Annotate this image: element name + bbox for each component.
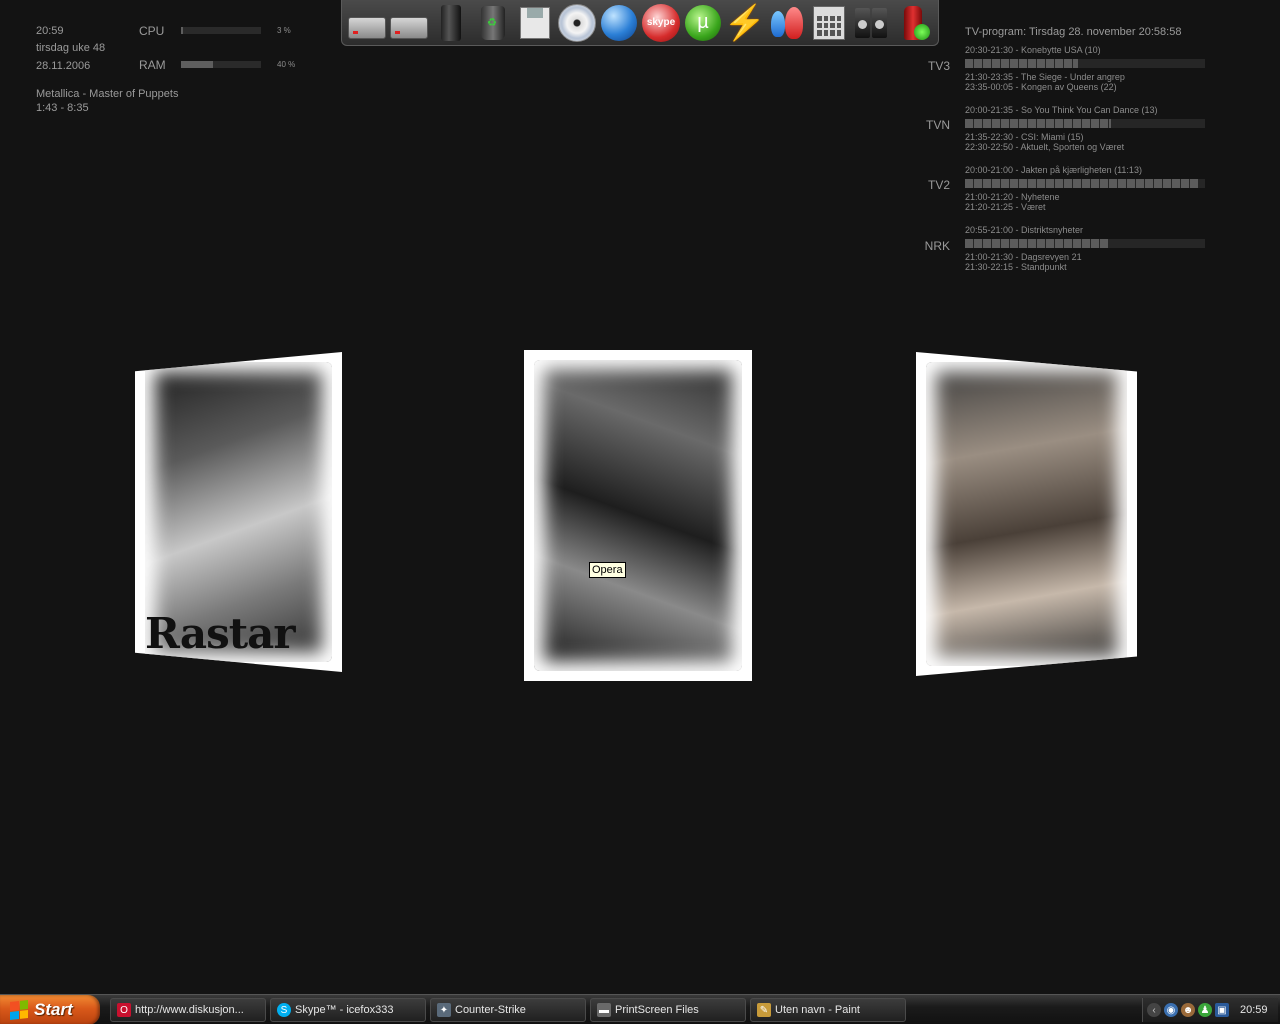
utorrent-icon[interactable]: µ [682, 2, 724, 44]
show-progress-fill [965, 179, 1198, 188]
next-show: 21:30-23:35 - The Siege - Under angrep [965, 72, 1125, 82]
channel-name: TV2 [927, 178, 950, 192]
tv-channel-tvn: TVN 20:00-21:35 - So You Think You Can D… [910, 105, 1210, 165]
tv-channel-nrk: NRK 20:55-21:00 - Distriktsnyheter 21:00… [910, 225, 1210, 285]
tv-program-header: TV-program: Tirsdag 28. november 20:58:5… [965, 26, 1182, 38]
cpu-meter-fill [181, 27, 184, 34]
later-show: 21:20-21:25 - Været [965, 202, 1046, 212]
dock: skype µ ⚡ [341, 0, 939, 46]
next-show: 21:00-21:30 - Dagsrevyen 21 [965, 252, 1082, 262]
taskbar-button-skype[interactable]: S Skype™ - icefox333 [270, 998, 426, 1022]
skype-icon[interactable]: skype [640, 2, 682, 44]
cpu-percent: 3 % [277, 26, 291, 35]
windows-logo-icon [10, 1000, 28, 1020]
date: 28.11.2006 [36, 60, 91, 72]
cpu-label: CPU [139, 24, 165, 38]
weekday-week: tirsdag uke 48 [36, 42, 106, 54]
globe-icon[interactable] [598, 2, 640, 44]
clock-time: 20:59 [36, 25, 64, 37]
now-playing-title: Metallica - Master of Puppets [36, 88, 179, 100]
tv-program-widget: TV-program: Tirsdag 28. november 20:58:5… [910, 20, 1210, 280]
lightning-icon[interactable]: ⚡ [724, 2, 766, 44]
show-progress-bar [965, 239, 1205, 248]
floppy-disk-icon[interactable] [514, 2, 556, 44]
hard-drive-icon[interactable] [346, 2, 388, 44]
photo-image [926, 362, 1127, 666]
task-label: Counter-Strike [455, 1004, 526, 1016]
ram-meter [181, 61, 261, 68]
counter-strike-icon: ✦ [437, 1003, 451, 1017]
msn-icon[interactable]: ♟ [1198, 1003, 1212, 1017]
later-show: 22:30-22:50 - Aktuelt, Sporten og Været [965, 142, 1125, 152]
show-progress-bar [965, 119, 1205, 128]
show-progress-fill [965, 239, 1109, 248]
monkey-icon[interactable]: ☻ [1181, 1003, 1195, 1017]
start-label: Start [34, 1000, 73, 1019]
next-show: 21:35-22:30 - CSI: Miami (15) [965, 132, 1084, 142]
current-show: 20:00-21:35 - So You Think You Can Dance… [965, 105, 1158, 115]
next-show: 21:00-21:20 - Nyhetene [965, 192, 1060, 202]
later-show: 23:35-00:05 - Kongen av Queens (22) [965, 82, 1117, 92]
task-label: PrintScreen Files [615, 1004, 699, 1016]
ram-label: RAM [139, 58, 166, 72]
photo-card-left[interactable]: Rastar [135, 352, 342, 672]
ram-meter-fill [181, 61, 213, 68]
hard-drive-icon[interactable] [388, 2, 430, 44]
system-monitor-widget: 20:59 tirsdag uke 48 28.11.2006 Metallic… [0, 0, 320, 130]
show-progress-bar [965, 179, 1205, 188]
opera-icon: O [117, 1003, 131, 1017]
tray-clock[interactable]: 20:59 [1240, 1004, 1268, 1016]
cpu-meter [181, 27, 261, 34]
channel-name: TV3 [927, 59, 950, 73]
cd-drive-icon[interactable] [556, 2, 598, 44]
channel-name: NRK [924, 239, 950, 253]
calculator-icon[interactable] [808, 2, 850, 44]
photo-image [534, 360, 742, 671]
tv-channel-tv2: TV2 20:00-21:00 - Jakten på kjærligheten… [910, 165, 1210, 225]
paint-icon: ✎ [757, 1003, 771, 1017]
chevron-left-icon[interactable]: ‹ [1147, 1003, 1161, 1017]
photo-sign-text: Rastar [145, 609, 295, 658]
task-label: http://www.diskusjon... [135, 1004, 244, 1016]
skype-icon: S [277, 1003, 291, 1017]
connection-icon[interactable]: ▣ [1215, 1003, 1229, 1017]
recycle-bin-icon[interactable] [472, 2, 514, 44]
network-globe-icon[interactable]: ◉ [1164, 1003, 1178, 1017]
ram-percent: 40 % [277, 60, 296, 69]
show-progress-fill [965, 119, 1112, 128]
show-progress-fill [965, 59, 1078, 68]
current-show: 20:00-21:00 - Jakten på kjærligheten (11… [965, 165, 1142, 175]
taskbar-button-counter-strike[interactable]: ✦ Counter-Strike [430, 998, 586, 1022]
start-button[interactable]: Start [0, 995, 100, 1024]
current-show: 20:55-21:00 - Distriktsnyheter [965, 225, 1084, 235]
photo-card-right[interactable] [916, 352, 1137, 676]
task-label: Skype™ - icefox333 [295, 1004, 394, 1016]
channel-name: TVN [926, 118, 950, 132]
system-tray: ‹ ◉ ☻ ♟ ▣ 20:59 [1142, 998, 1278, 1022]
folder-icon: ▬ [597, 1003, 611, 1017]
show-progress-bar [965, 59, 1205, 68]
tooltip: Opera [589, 562, 626, 578]
now-playing-position: 1:43 - 8:35 [36, 102, 89, 114]
taskbar: Start O http://www.diskusjon... S Skype™… [0, 994, 1280, 1024]
later-show: 21:30-22:15 - Standpunkt [965, 262, 1067, 272]
taskbar-button-opera[interactable]: O http://www.diskusjon... [110, 998, 266, 1022]
taskbar-button-printscreen-files[interactable]: ▬ PrintScreen Files [590, 998, 746, 1022]
ipod-icon[interactable] [430, 2, 472, 44]
task-label: Uten navn - Paint [775, 1004, 860, 1016]
current-show: 20:30-21:30 - Konebytte USA (10) [965, 45, 1101, 55]
taskbar-button-paint[interactable]: ✎ Uten navn - Paint [750, 998, 906, 1022]
photo-card-center[interactable] [524, 350, 752, 681]
tv-channel-tv3: TV3 20:30-21:30 - Konebytte USA (10) 21:… [910, 45, 1210, 105]
speakers-icon[interactable] [850, 2, 892, 44]
msn-contacts-icon[interactable] [766, 2, 808, 44]
